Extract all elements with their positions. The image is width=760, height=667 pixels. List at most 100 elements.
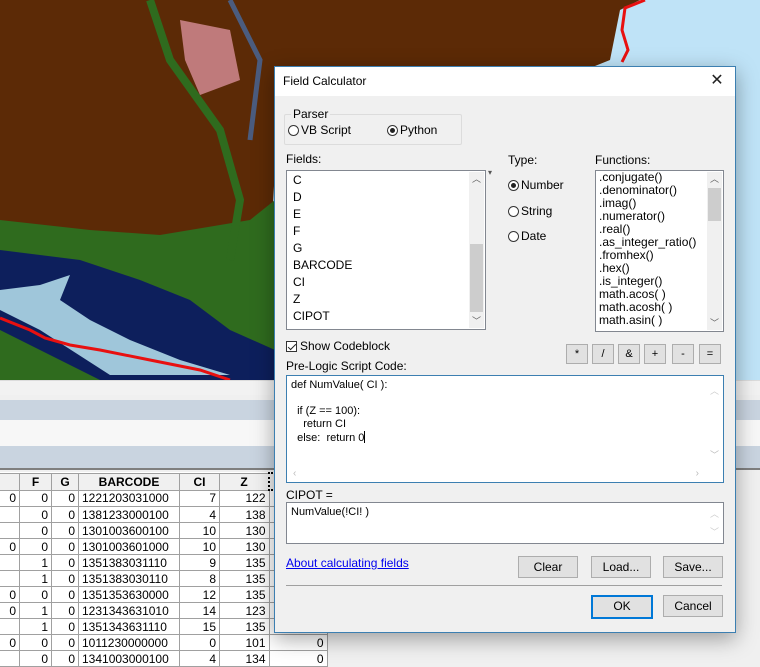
type-number-radio[interactable]: Number [508, 178, 564, 192]
prelogic-code-editor[interactable]: def NumValue( CI ): if (Z == 100): retur… [286, 375, 724, 483]
table-cell[interactable]: 0 [19, 650, 52, 667]
ok-button[interactable]: OK [591, 595, 653, 619]
table-cell[interactable]: 0 [0, 538, 20, 555]
table-cell[interactable]: 0 [268, 634, 328, 651]
table-cell[interactable]: 0 [51, 570, 79, 587]
column-header[interactable]: F [19, 472, 52, 491]
table-cell[interactable]: 1231343631010 [78, 602, 180, 619]
table-cell[interactable]: 1351353630000 [78, 586, 180, 603]
about-calculating-fields-link[interactable]: About calculating fields [286, 556, 409, 570]
table-cell[interactable]: 15 [179, 618, 220, 635]
table-cell[interactable] [0, 554, 20, 571]
functions-scrollbar[interactable]: ︿ ﹀ [707, 172, 722, 330]
table-cell[interactable]: 1381233000100 [78, 506, 180, 523]
column-header[interactable]: BARCODE [78, 472, 180, 491]
table-cell[interactable]: 0 [19, 522, 52, 539]
field-list-item[interactable]: E [287, 206, 485, 223]
table-cell[interactable] [0, 506, 20, 523]
table-cell[interactable]: 0 [51, 602, 79, 619]
cancel-button[interactable]: Cancel [663, 595, 723, 617]
operator-divide-button[interactable]: / [592, 344, 614, 364]
close-button[interactable]: ✕ [705, 70, 729, 92]
scroll-down-icon[interactable]: ﹀ [707, 316, 722, 330]
scroll-down-icon[interactable]: ﹀ [710, 525, 719, 538]
table-cell[interactable]: 14 [179, 602, 220, 619]
show-codeblock-checkbox[interactable]: Show Codeblock [286, 339, 390, 353]
dialog-titlebar[interactable]: Field Calculator ✕ [275, 67, 735, 96]
table-cell[interactable] [0, 650, 20, 667]
table-cell[interactable]: 7 [179, 489, 220, 507]
table-cell[interactable]: 0 [19, 506, 52, 523]
parser-vbscript-radio[interactable]: VB Script [288, 123, 351, 137]
table-cell[interactable]: 1221203031000 [78, 489, 180, 507]
table-cell[interactable]: 0 [51, 506, 79, 523]
table-cell[interactable]: 9 [179, 554, 220, 571]
column-header[interactable]: Z [219, 472, 270, 491]
table-cell[interactable]: 135 [219, 570, 270, 587]
table-cell[interactable]: 1351343631110 [78, 618, 180, 635]
table-row[interactable]: 0 0 1341003000100 4 134 0 [0, 650, 328, 667]
table-cell[interactable]: 0 [0, 586, 20, 603]
operator-multiply-button[interactable]: * [566, 344, 588, 364]
operator-plus-button[interactable]: + [644, 344, 666, 364]
scroll-up-icon[interactable]: ︿ [469, 172, 484, 186]
table-cell[interactable]: 122 [219, 489, 270, 507]
field-list-item[interactable]: CIPOT [287, 308, 485, 325]
table-cell[interactable]: 135 [219, 618, 270, 635]
function-list-item[interactable]: math.asin( ) [596, 314, 723, 327]
table-cell[interactable]: 10 [179, 538, 220, 555]
scroll-up-icon[interactable]: ︿ [710, 384, 719, 397]
column-header[interactable]: G [51, 472, 79, 491]
table-cell[interactable]: 135 [219, 554, 270, 571]
parser-python-radio[interactable]: Python [387, 123, 437, 137]
field-list-item[interactable]: Z [287, 291, 485, 308]
operator-minus-button[interactable]: - [672, 344, 694, 364]
table-cell[interactable]: 0 [19, 538, 52, 555]
table-cell[interactable]: 0 [51, 618, 79, 635]
column-header[interactable]: CI [179, 472, 220, 491]
table-cell[interactable]: 0 [51, 489, 79, 507]
scroll-down-icon[interactable]: ﹀ [710, 448, 719, 461]
scroll-thumb[interactable] [470, 244, 483, 312]
scroll-down-icon[interactable]: ﹀ [469, 314, 484, 328]
load-button[interactable]: Load... [591, 556, 651, 578]
expression-input[interactable]: NumValue(!CI! ) ︿ ﹀ [286, 502, 724, 544]
table-cell[interactable]: 0 [19, 489, 52, 507]
table-cell[interactable]: 8 [179, 570, 220, 587]
table-cell[interactable]: 10 [179, 522, 220, 539]
table-cell[interactable]: 123 [219, 602, 270, 619]
table-cell[interactable]: 138 [219, 506, 270, 523]
table-cell[interactable]: 1351383030110 [78, 570, 180, 587]
table-cell[interactable]: 1351383031110 [78, 554, 180, 571]
fields-listbox[interactable]: C D E F G BARCODE CI Z CIPOT ︿ ﹀ [286, 170, 486, 330]
table-cell[interactable]: 1301003600100 [78, 522, 180, 539]
table-cell[interactable]: 0 [19, 586, 52, 603]
table-cell[interactable] [0, 618, 20, 635]
table-cell[interactable]: 0 [51, 538, 79, 555]
table-cell[interactable]: 1 [19, 618, 52, 635]
table-cell[interactable]: 134 [219, 650, 270, 667]
table-cell[interactable]: 0 [51, 650, 79, 667]
operator-ampersand-button[interactable]: & [618, 344, 640, 364]
table-cell[interactable]: 12 [179, 586, 220, 603]
field-list-item[interactable]: CI [287, 274, 485, 291]
scroll-up-icon[interactable]: ︿ [707, 172, 722, 186]
field-list-item[interactable]: BARCODE [287, 257, 485, 274]
field-list-item[interactable]: F [287, 223, 485, 240]
table-cell[interactable]: 101 [219, 634, 270, 651]
column-header[interactable] [0, 472, 20, 491]
field-list-item[interactable]: G [287, 240, 485, 257]
table-cell[interactable]: 1 [19, 554, 52, 571]
table-cell[interactable]: 0 [268, 650, 328, 667]
table-cell[interactable]: 1 [19, 570, 52, 587]
table-cell[interactable]: 0 [0, 634, 20, 651]
table-cell[interactable]: 4 [179, 650, 220, 667]
table-cell[interactable]: 130 [219, 522, 270, 539]
table-cell[interactable]: 135 [219, 586, 270, 603]
clear-button[interactable]: Clear [518, 556, 578, 578]
field-list-item[interactable]: D [287, 189, 485, 206]
scroll-up-icon[interactable]: ︿ [710, 507, 719, 520]
table-cell[interactable]: 130 [219, 538, 270, 555]
fields-scrollbar[interactable]: ︿ ﹀ [469, 172, 484, 328]
functions-listbox[interactable]: .conjugate() .denominator() .imag() .numera… [595, 170, 724, 332]
